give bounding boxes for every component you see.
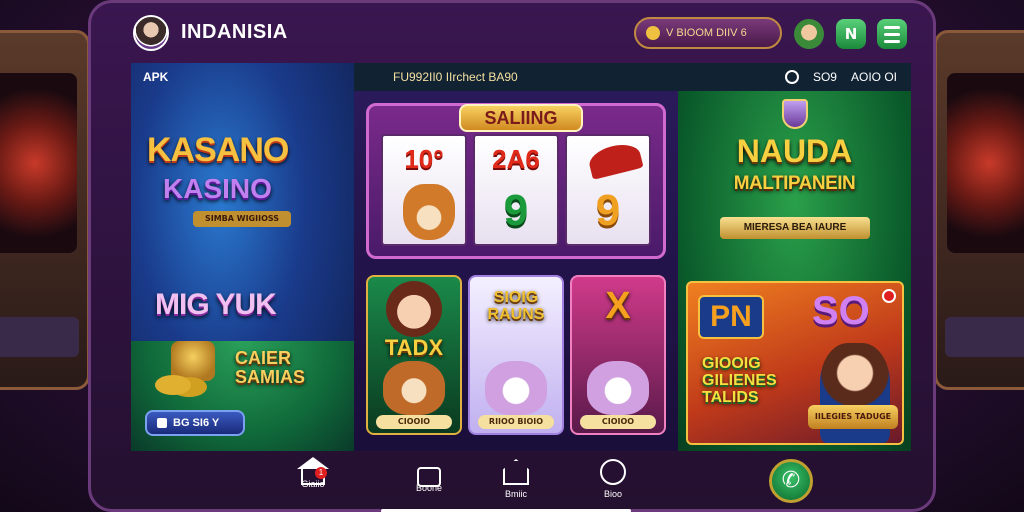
fan-banner: IILEGIES TADUGE bbox=[808, 405, 898, 429]
control-panel-right bbox=[945, 317, 1024, 357]
cat-icon bbox=[587, 361, 649, 415]
title-kasino: KASINO bbox=[163, 173, 272, 204]
n-button[interactable]: N bbox=[836, 19, 866, 49]
title-kasano: KASANO bbox=[147, 131, 289, 169]
character-icon[interactable] bbox=[794, 19, 824, 49]
game-card[interactable]: TADX CIOOIO bbox=[366, 275, 462, 435]
promo-text-line-2: GILIENES bbox=[702, 372, 777, 389]
promo-card[interactable]: PN SO GIOOIG GILIENES TALIDS IILEGIES TA… bbox=[686, 281, 904, 445]
otter-icon bbox=[383, 361, 445, 415]
status-right: SO9 AOIO OI bbox=[784, 70, 897, 84]
slot-sign: SALIING bbox=[459, 104, 583, 132]
tablet-device: INDANISIA V BIOOM DIIV 6 N KASANO KASINO… bbox=[88, 0, 936, 512]
bottom-nav: 1 Giaiio Boone Bmiic Bioo ✆ bbox=[131, 453, 905, 512]
reel-3: 9 bbox=[565, 134, 651, 246]
nav-label: Bmiic bbox=[505, 489, 527, 499]
right-promo-panel[interactable]: NAUDA MALTIPANEIN MIERESA BEA IAURE PN S… bbox=[678, 91, 911, 451]
menu-icon[interactable] bbox=[877, 19, 907, 49]
reel-1: 10° bbox=[381, 134, 467, 246]
avatar[interactable] bbox=[133, 15, 169, 51]
bet-pill-button[interactable]: BG SI6 Y bbox=[145, 410, 245, 436]
pn-logo: PN bbox=[698, 295, 764, 339]
status-center: FU992II0 IIrchect BA90 bbox=[393, 70, 518, 84]
game-card[interactable]: X CIOIOO bbox=[570, 275, 666, 435]
headline: MIG YUK bbox=[155, 288, 277, 321]
card-button[interactable]: CIOOIO bbox=[376, 415, 452, 429]
tag-icon bbox=[157, 418, 167, 428]
status-right-a: SO9 bbox=[812, 70, 837, 84]
nav-item-pentagon[interactable]: Bmiic bbox=[486, 459, 546, 499]
card-button[interactable]: CIOIOO bbox=[580, 415, 656, 429]
nav-item-home[interactable]: 1 Giaiio bbox=[283, 457, 343, 489]
clock-icon bbox=[784, 70, 799, 84]
pentagon-icon bbox=[503, 459, 529, 485]
fox-icon bbox=[403, 184, 455, 240]
control-panel-left bbox=[0, 317, 79, 357]
nav-item-chef[interactable]: Bioo bbox=[583, 459, 643, 499]
promo-line-2: SAMIAS bbox=[235, 367, 306, 387]
roulette-screen-left bbox=[0, 73, 77, 253]
bow-icon bbox=[586, 140, 644, 180]
notification-dot bbox=[882, 289, 896, 303]
game-cards: TADX CIOOIO SIOIG RAUNS RIIOO BIOIO X CI… bbox=[366, 275, 666, 435]
game-card[interactable]: SIOIG RAUNS RIIOO BIOIO bbox=[468, 275, 564, 435]
reel-top-symbol: 10° bbox=[404, 144, 444, 174]
phone-icon: ✆ bbox=[781, 468, 801, 493]
card-title: TADX bbox=[384, 335, 444, 360]
pill-text: BG SI6 Y bbox=[173, 417, 220, 429]
status-right-b: AOIO OI bbox=[850, 70, 897, 84]
card-title: SIOIG RAUNS bbox=[487, 289, 545, 323]
reel-big-symbol: 9 bbox=[503, 186, 529, 235]
arcade-cabinet-left bbox=[0, 30, 90, 390]
reel-top-symbol: 2A6 bbox=[492, 144, 540, 174]
home-badge: 1 bbox=[315, 467, 327, 479]
coins-icon bbox=[155, 375, 191, 395]
status-bar: APK FU992II0 IIrchect BA90 SO9 AOIO OI bbox=[131, 63, 911, 91]
promo-text-line-1: GIOOIG bbox=[702, 355, 761, 372]
reel-2: 2A6 9 bbox=[473, 134, 559, 246]
promo-text-line-3: TALIDS bbox=[702, 389, 759, 406]
slot-panel: SALIING 10° 2A6 9 9 TADX CIOOIO SIOIG RA… bbox=[354, 91, 678, 451]
shield-icon bbox=[782, 99, 808, 129]
top-bar: INDANISIA V BIOOM DIIV 6 N bbox=[91, 3, 933, 63]
slot-machine[interactable]: SALIING 10° 2A6 9 9 bbox=[366, 103, 666, 259]
reels: 10° 2A6 9 9 bbox=[381, 134, 651, 246]
nav-label: Bioo bbox=[603, 489, 622, 499]
woman-portrait-icon bbox=[386, 281, 442, 337]
right-subtitle: MALTIPANEIN bbox=[733, 173, 856, 194]
phone-call-button[interactable]: ✆ bbox=[769, 459, 813, 503]
card-button[interactable]: RIIOO BIOIO bbox=[478, 415, 554, 429]
balance-text: V BIOOM DIIV 6 bbox=[666, 27, 747, 39]
game-screen: KASANO KASINO SIMBA WIGIIOSS MIG YUK CAI… bbox=[131, 63, 911, 451]
home-icon: 1 bbox=[297, 457, 329, 485]
cat-icon bbox=[485, 361, 547, 415]
title-sub-ribbon: SIMBA WIGIIOSS bbox=[193, 211, 291, 227]
arcade-cabinet-right bbox=[934, 30, 1024, 390]
balance-button[interactable]: V BIOOM DIIV 6 bbox=[634, 17, 782, 49]
so-text: SO bbox=[812, 289, 870, 333]
reel-big-symbol: 9 bbox=[595, 186, 621, 235]
brand-name: INDANISIA bbox=[181, 21, 288, 43]
promo-text: CAIER SAMIAS bbox=[235, 349, 305, 387]
left-promo-panel[interactable]: KASANO KASINO SIMBA WIGIIOSS MIG YUK CAI… bbox=[131, 63, 354, 451]
n-label: N bbox=[844, 25, 858, 43]
card-title: X bbox=[605, 285, 631, 327]
right-banner: MIERESA BEA IAURE bbox=[720, 217, 870, 239]
roulette-screen-right bbox=[947, 73, 1024, 253]
chef-icon bbox=[600, 459, 626, 485]
right-title: NAUDA bbox=[736, 133, 853, 169]
promo-line-1: CAIER bbox=[235, 348, 292, 368]
promo-text: GIOOIG GILIENES TALIDS bbox=[702, 355, 777, 406]
coin-icon bbox=[646, 26, 660, 40]
bag-icon bbox=[417, 467, 441, 487]
apk-link[interactable]: APK bbox=[143, 70, 168, 84]
nav-item-bag[interactable]: Boone bbox=[399, 459, 459, 493]
